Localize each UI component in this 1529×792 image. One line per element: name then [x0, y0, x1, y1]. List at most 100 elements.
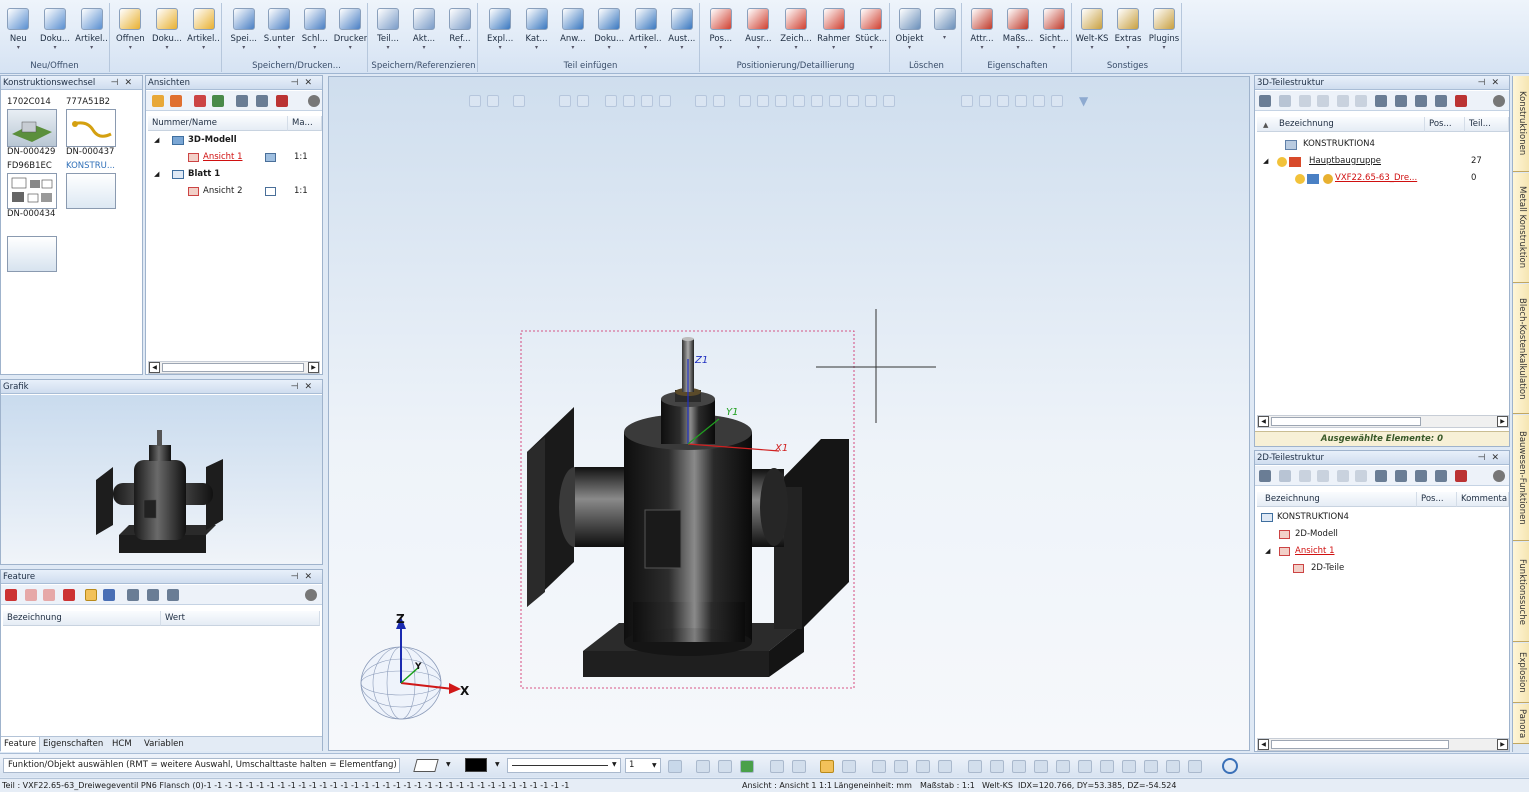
delete-view-icon[interactable]: [276, 95, 288, 107]
tree-sort-icon[interactable]: [1435, 95, 1447, 107]
side-tab[interactable]: Explosion: [1513, 643, 1529, 703]
delete-icon[interactable]: [1455, 470, 1467, 482]
ribbon-button[interactable]: S.unter ▾: [263, 5, 296, 61]
refresh-icon[interactable]: [1222, 758, 1238, 774]
ribbon-button[interactable]: Artikel... ▾: [629, 5, 662, 61]
chevron-down-icon[interactable]: ▾: [227, 44, 260, 51]
tool-icon[interactable]: [1279, 95, 1291, 107]
column-header[interactable]: Wert: [161, 611, 320, 626]
tree-sort-icon[interactable]: [1435, 470, 1447, 482]
column-header[interactable]: Kommenta: [1457, 492, 1509, 507]
orientation-globe-icon[interactable]: Z Y X: [360, 612, 470, 720]
feature-icon[interactable]: [103, 589, 115, 601]
search-icon[interactable]: [1259, 95, 1271, 107]
color-cube-icon[interactable]: [740, 760, 754, 773]
new-view-icon[interactable]: [152, 95, 164, 107]
tab-hcm[interactable]: HCM: [112, 737, 132, 751]
chevron-down-icon[interactable]: ▾: [1148, 44, 1181, 51]
tree-row[interactable]: 2D-Modell: [1257, 526, 1509, 543]
chevron-down-icon[interactable]: ▾: [151, 44, 184, 51]
ribbon-button[interactable]: Objekt ▾: [893, 5, 926, 61]
chevron-down-icon[interactable]: ▾: [556, 44, 589, 51]
ribbon-button[interactable]: Spei... ▾: [227, 5, 260, 61]
wand-icon[interactable]: [668, 760, 682, 773]
snap-icon[interactable]: [1056, 760, 1070, 773]
preview-canvas[interactable]: [1, 395, 322, 564]
scroll-thumb[interactable]: [162, 363, 304, 372]
horizontal-scrollbar[interactable]: ◀ ▶: [1257, 738, 1509, 751]
scroll-thumb[interactable]: [1271, 417, 1421, 426]
chevron-down-icon[interactable]: ▾: [928, 34, 961, 41]
chevron-down-icon[interactable]: ▼: [446, 761, 451, 768]
chevron-down-icon[interactable]: ▾: [187, 44, 220, 51]
side-tab[interactable]: Funktionssuche: [1513, 542, 1529, 642]
tree-expand-icon[interactable]: [236, 95, 248, 107]
ribbon-button[interactable]: Ref... ▾: [444, 5, 477, 61]
tab-feature[interactable]: Feature: [1, 737, 41, 752]
chevron-down-icon[interactable]: ▼: [612, 761, 617, 768]
chevron-down-icon[interactable]: ▾: [966, 44, 999, 51]
chevron-down-icon[interactable]: ▾: [2, 44, 35, 51]
tool-icon[interactable]: [1355, 470, 1367, 482]
snap-icon[interactable]: [1012, 760, 1026, 773]
feature-icon[interactable]: [63, 589, 75, 601]
arrow-down-icon[interactable]: [170, 95, 182, 107]
column-header[interactable]: Ma...: [288, 116, 322, 131]
ribbon-button[interactable]: Doku... ▾: [39, 5, 72, 61]
column-header[interactable]: Pos...: [1417, 492, 1457, 507]
panel-controls[interactable]: ⊣✕: [1478, 76, 1505, 90]
tree-row[interactable]: KONSTRUKTION4: [1257, 509, 1509, 526]
ribbon-button[interactable]: Extras ▾: [1112, 5, 1145, 61]
tool-icon[interactable]: [1317, 95, 1329, 107]
ribbon-button[interactable]: Kat... ▾: [520, 5, 553, 61]
chevron-down-icon[interactable]: ▾: [263, 44, 296, 51]
snap-icon[interactable]: [968, 760, 982, 773]
feature-icon[interactable]: [43, 589, 55, 601]
side-tab[interactable]: Metall Konstruktion: [1513, 173, 1529, 283]
tree-row[interactable]: 2D-Teile: [1257, 560, 1509, 577]
ribbon-button[interactable]: Doku... ▾: [593, 5, 626, 61]
panel-controls[interactable]: ⊣✕: [111, 76, 138, 90]
chevron-down-icon[interactable]: ▾: [334, 44, 367, 51]
ribbon-button[interactable]: Maßs... ▾: [1002, 5, 1035, 61]
tree-expand-icon[interactable]: [1375, 95, 1387, 107]
ribbon-button[interactable]: ▾: [928, 5, 961, 61]
snap-icon[interactable]: [916, 760, 930, 773]
ribbon-button[interactable]: Zeich... ▾: [780, 5, 813, 61]
ribbon-button[interactable]: Anw... ▾: [556, 5, 589, 61]
construction-thumbnail[interactable]: [7, 236, 57, 272]
ribbon-button[interactable]: Stück... ▾: [855, 5, 888, 61]
grid-icon[interactable]: [770, 760, 784, 773]
tree-sort-icon[interactable]: [1415, 95, 1427, 107]
chevron-down-icon[interactable]: ▾: [114, 44, 147, 51]
search-icon[interactable]: [1259, 470, 1271, 482]
tree-row[interactable]: ◢ Blatt 1: [148, 166, 320, 183]
tree-sort-icon[interactable]: [1415, 470, 1427, 482]
chevron-down-icon[interactable]: ▾: [75, 44, 108, 51]
tool-icon[interactable]: [1299, 470, 1311, 482]
side-tab[interactable]: Panora: [1513, 704, 1529, 744]
scroll-right-icon[interactable]: ▶: [1497, 416, 1508, 427]
tree-row[interactable]: ◢ Hauptbaugruppe 27: [1257, 153, 1509, 170]
chevron-down-icon[interactable]: ▾: [372, 44, 405, 51]
scroll-right-icon[interactable]: ▶: [308, 362, 319, 373]
tree-row[interactable]: Ansicht 1 1:1: [148, 149, 320, 166]
gear-icon[interactable]: [305, 589, 317, 601]
scroll-left-icon[interactable]: ◀: [1258, 739, 1269, 750]
column-header[interactable]: Nummer/Name: [148, 116, 288, 131]
expand-arrow-icon[interactable]: ◢: [154, 166, 159, 183]
tool-icon[interactable]: [1279, 470, 1291, 482]
tree-row[interactable]: ◢ Ansicht 1: [1257, 543, 1509, 560]
chevron-down-icon[interactable]: ▼: [495, 761, 500, 768]
ribbon-button[interactable]: Neu ▾: [2, 5, 35, 61]
snap-icon[interactable]: [792, 760, 806, 773]
ribbon-button[interactable]: Drucken ▾: [334, 5, 367, 61]
ribbon-button[interactable]: Akt... ▾: [408, 5, 441, 61]
feature-active-icon[interactable]: [85, 589, 97, 601]
panel-controls[interactable]: ⊣✕: [291, 570, 318, 584]
ribbon-button[interactable]: Doku... ▾: [151, 5, 184, 61]
chevron-down-icon[interactable]: ▾: [855, 44, 888, 51]
tree-row[interactable]: ◢ 3D-Modell: [148, 132, 320, 149]
tool-icon[interactable]: [1299, 95, 1311, 107]
ribbon-button[interactable]: Teil... ▾: [372, 5, 405, 61]
